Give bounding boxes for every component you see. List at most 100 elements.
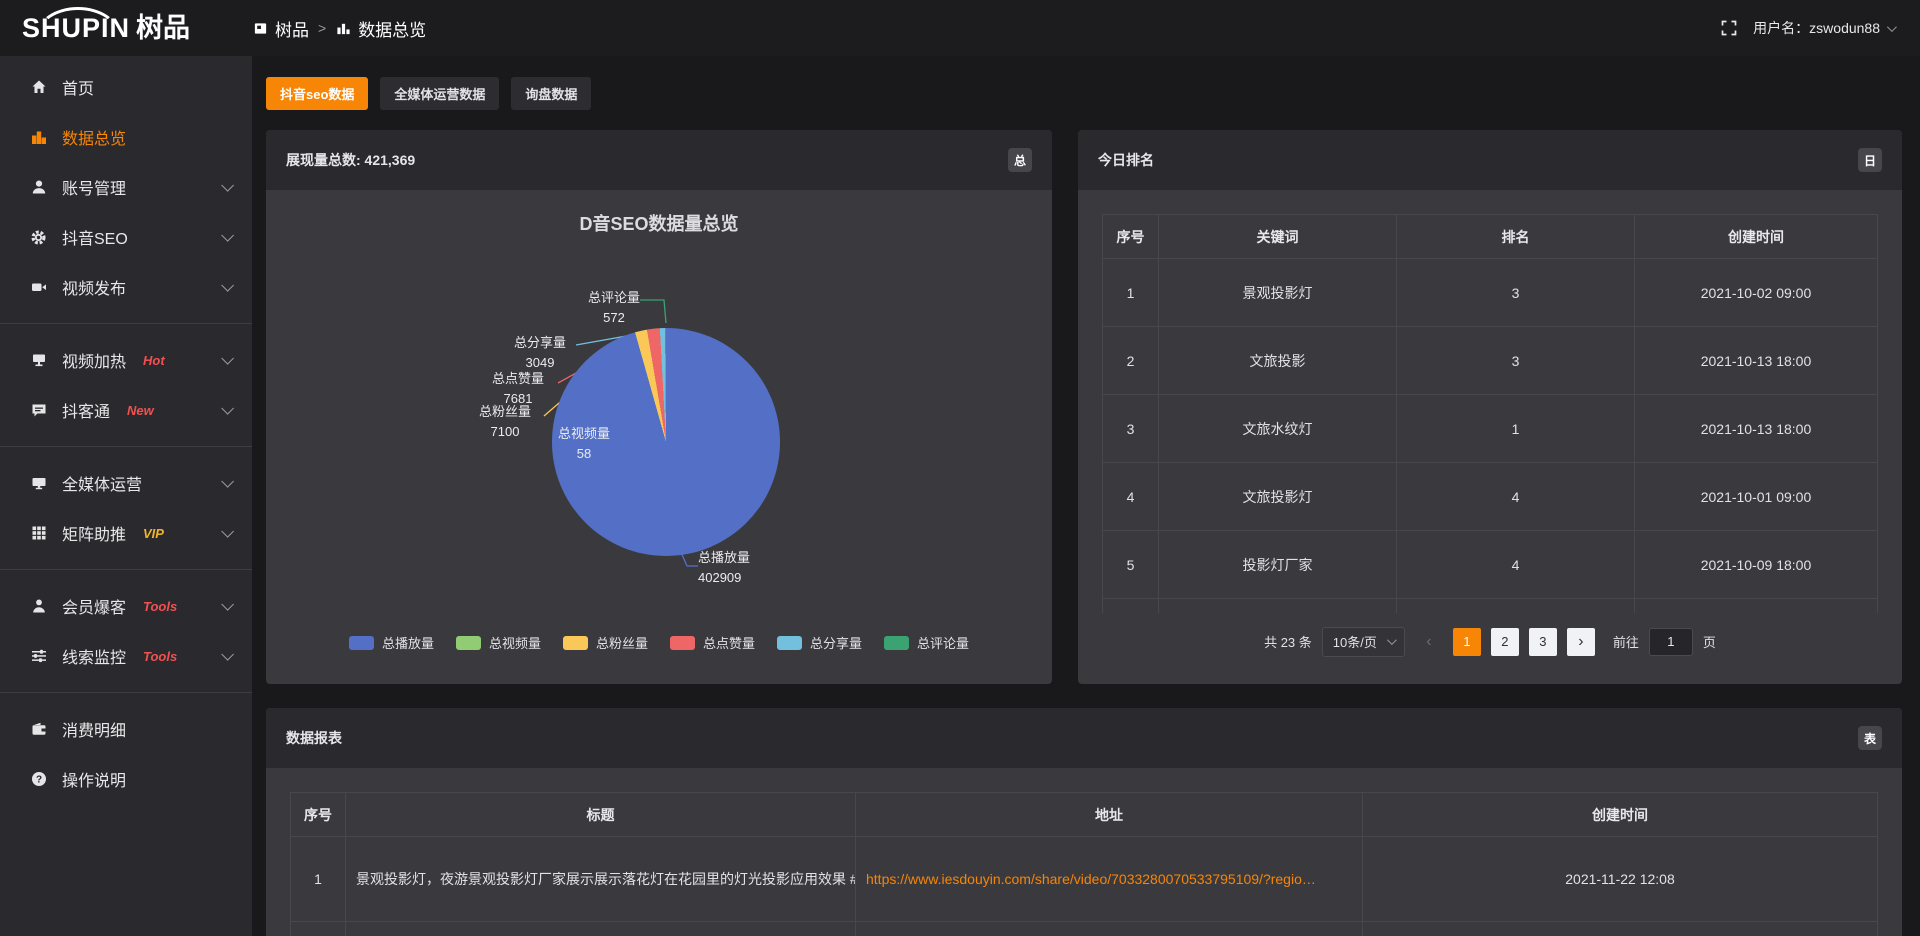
sidebar-item-label: 首页 [62, 75, 94, 99]
sidebar-item-matrix-boost[interactable]: 矩阵助推 VIP [0, 508, 252, 558]
chart-panel-header: 展现量总数: 421,369 总 [266, 130, 1052, 190]
table-row-partial [1103, 599, 1878, 613]
sidebar-item-label: 账号管理 [62, 175, 126, 199]
ranking-table: 序号 关键词 排名 创建时间 1 景观投影灯 3 2021-10-02 09:0… [1102, 214, 1878, 613]
legend-item-plays[interactable]: 总播放量 [349, 633, 434, 652]
chevron-down-icon [221, 229, 234, 242]
sidebar-item-spend-detail[interactable]: 消费明细 [0, 704, 252, 754]
chat-icon [30, 402, 47, 419]
pie-label-videos: 总视频量58 [558, 424, 610, 464]
chevron-down-icon [221, 475, 234, 488]
sidebar-item-label: 矩阵助推 [62, 521, 126, 545]
hot-badge: Hot [143, 353, 165, 368]
app-logo: SHUPIN 树品 [0, 15, 252, 42]
pie-chart-area: D音SEO数据量总览 总评论量572 总分享量3049 [266, 190, 1052, 684]
legend-swatch [777, 636, 802, 650]
day-badge-button[interactable]: 日 [1858, 148, 1882, 172]
sidebar-item-video-heat[interactable]: 视频加热 Hot [0, 335, 252, 385]
sidebar-item-data-overview[interactable]: 数据总览 [0, 112, 252, 162]
sidebar-item-omni-media[interactable]: 全媒体运营 [0, 458, 252, 508]
main-content: 抖音seo数据 全媒体运营数据 询盘数据 展现量总数: 421,369 总 D音… [252, 56, 1920, 936]
table-row: 1 景观投影灯，夜游景观投影灯厂家展示展示落花灯在花园里的灯光投影应用效果 # … [291, 837, 1878, 922]
pie-label-comments: 总评论量572 [588, 288, 640, 328]
table-row: 3 文旅水纹灯 1 2021-10-13 18:00 [1103, 395, 1878, 463]
legend-item-comments[interactable]: 总评论量 [884, 633, 969, 652]
sidebar-item-label: 抖音SEO [62, 225, 128, 249]
sidebar-item-label: 线索监控 [62, 644, 126, 668]
video-camera-icon [30, 279, 47, 296]
sidebar-item-douyin-seo[interactable]: 抖音SEO [0, 212, 252, 262]
table-badge-button[interactable]: 表 [1858, 726, 1882, 750]
breadcrumb-current[interactable]: 数据总览 [335, 16, 426, 41]
sidebar-item-video-publish[interactable]: 视频发布 [0, 262, 252, 312]
report-title: 数据报表 [286, 728, 342, 748]
next-page-button[interactable]: › [1567, 628, 1595, 656]
breadcrumb-current-label: 数据总览 [358, 16, 426, 41]
user-menu[interactable]: 用户名：zswodun88 [1753, 18, 1894, 38]
legend-item-fans[interactable]: 总粉丝量 [563, 633, 648, 652]
tab-inquiry-data[interactable]: 询盘数据 [511, 77, 591, 110]
legend-swatch [670, 636, 695, 650]
question-icon: ? [30, 771, 47, 788]
app-window-icon [252, 20, 269, 37]
sidebar-item-label: 全媒体运营 [62, 471, 142, 495]
tab-omni-media-data[interactable]: 全媒体运营数据 [380, 77, 499, 110]
ranking-title: 今日排名 [1098, 150, 1154, 170]
sidebar-item-account[interactable]: 账号管理 [0, 162, 252, 212]
username-label: 用户名：zswodun88 [1753, 18, 1880, 38]
sidebar-divider [0, 569, 252, 570]
table-row-partial [291, 922, 1878, 936]
table-row: 5 投影灯厂家 4 2021-10-09 18:00 [1103, 531, 1878, 599]
goto-suffix: 页 [1703, 632, 1716, 651]
sidebar-item-label: 视频发布 [62, 275, 126, 299]
home-icon [30, 79, 47, 96]
goto-page-input[interactable] [1649, 628, 1693, 656]
total-badge-button[interactable]: 总 [1008, 148, 1032, 172]
table-header-row: 序号 关键词 排名 创建时间 [1103, 215, 1878, 259]
app-root: SHUPIN 树品 树品 > 数据总览 [0, 0, 1920, 936]
legend-item-likes[interactable]: 总点赞量 [670, 633, 755, 652]
sidebar-item-member-burst[interactable]: 会员爆客 Tools [0, 581, 252, 631]
page-button-1[interactable]: 1 [1453, 628, 1481, 656]
sidebar-item-label: 抖客通 [62, 398, 110, 422]
sidebar-item-douketong[interactable]: 抖客通 New [0, 385, 252, 435]
tools-badge: Tools [143, 649, 177, 664]
legend-item-shares[interactable]: 总分享量 [777, 633, 862, 652]
table-row: 4 文旅投影灯 4 2021-10-01 09:00 [1103, 463, 1878, 531]
user-icon [30, 179, 47, 196]
sidebar-item-label: 会员爆客 [62, 594, 126, 618]
fullscreen-icon[interactable] [1720, 20, 1737, 37]
report-row-title: 景观投影灯，夜游景观投影灯厂家展示展示落花灯在花园里的灯光投影应用效果 # [346, 837, 856, 922]
ranking-panel-header: 今日排名 日 [1078, 130, 1902, 190]
sidebar-divider [0, 692, 252, 693]
wallet-icon [30, 721, 47, 738]
page-button-2[interactable]: 2 [1491, 628, 1519, 656]
prev-page-button[interactable]: ‹ [1415, 628, 1443, 656]
report-row-link[interactable]: https://www.iesdouyin.com/share/video/70… [856, 837, 1363, 922]
chevron-down-icon [221, 598, 234, 611]
chevron-down-icon [221, 179, 234, 192]
tools-badge: Tools [143, 599, 177, 614]
tab-douyin-seo-data[interactable]: 抖音seo数据 [266, 77, 368, 110]
ranking-panel: 今日排名 日 序号 关键词 排名 创建时间 1 景 [1078, 130, 1902, 684]
sidebar-item-home[interactable]: 首页 [0, 62, 252, 112]
report-panel-header: 数据报表 表 [266, 708, 1902, 768]
sidebar-item-lead-monitor[interactable]: 线索监控 Tools [0, 631, 252, 681]
pagination-total: 共 23 条 [1264, 632, 1312, 651]
chevron-down-icon [221, 648, 234, 661]
report-table: 序号 标题 地址 创建时间 1 景观投影灯，夜游景观投影灯厂家展示展示落花灯在花… [290, 792, 1878, 936]
sidebar-item-help[interactable]: ? 操作说明 [0, 754, 252, 804]
page-button-3[interactable]: 3 [1529, 628, 1557, 656]
legend-swatch [563, 636, 588, 650]
new-badge: New [127, 403, 154, 418]
sidebar-item-label: 数据总览 [62, 125, 126, 149]
legend-item-videos[interactable]: 总视频量 [456, 633, 541, 652]
page-size-select[interactable]: 10条/页 [1322, 627, 1405, 657]
sidebar-item-label: 视频加热 [62, 348, 126, 372]
breadcrumb-separator: > [318, 20, 326, 36]
breadcrumb-root[interactable]: 树品 [252, 16, 309, 41]
chart-legend: 总播放量 总视频量 总粉丝量 总点赞量 [266, 633, 1052, 652]
logo-text-cn: 树品 [136, 15, 190, 42]
topbar: SHUPIN 树品 树品 > 数据总览 [0, 0, 1920, 56]
chevron-down-icon [1887, 22, 1897, 32]
